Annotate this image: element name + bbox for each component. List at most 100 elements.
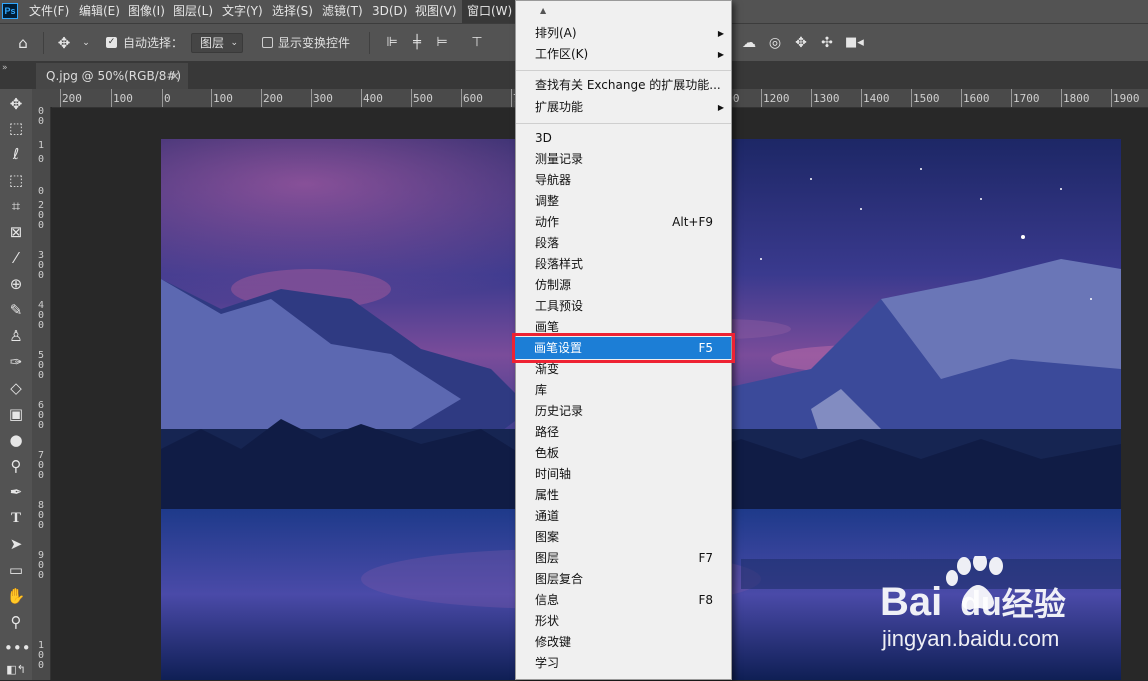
menu-item-paragraph[interactable]: 段落 [516, 233, 731, 254]
align-center-icon[interactable]: ╪ [408, 34, 426, 52]
menu-item-label: 历史记录 [535, 404, 584, 418]
menu-item-modifier-keys[interactable]: 修改键 [516, 632, 731, 653]
ruler-tick: 200 [261, 89, 283, 107]
type-tool-icon[interactable]: T [4, 507, 28, 529]
menu-item-properties[interactable]: 属性 [516, 485, 731, 506]
brush-tool-icon[interactable]: ✎ [4, 299, 28, 321]
menu-item-shortcut: Alt+F9 [672, 215, 713, 229]
hand-tool-icon[interactable]: ✋ [4, 585, 28, 607]
scroll-up-icon[interactable]: ▲ [540, 6, 546, 15]
menu-item-libraries[interactable]: 库 [516, 380, 731, 401]
menu-item-clone-source[interactable]: 仿制源 [516, 275, 731, 296]
swap-colors-icon[interactable]: ◧↰ [4, 659, 28, 681]
menu-item-label: 图案 [535, 530, 560, 544]
menu-item-paragraph-styles[interactable]: 段落样式 [516, 254, 731, 275]
menu-item-arrange[interactable]: 排列(A) ▶ [516, 23, 731, 44]
menu-item-tool-presets[interactable]: 工具预设 [516, 296, 731, 317]
menu-filter[interactable]: 滤镜(T) [322, 0, 363, 23]
menu-layer[interactable]: 图层(L) [173, 0, 213, 23]
menu-window[interactable]: 窗口(W) [462, 0, 518, 23]
menu-item-extensions[interactable]: 扩展功能 ▶ [516, 97, 731, 118]
vertical-ruler[interactable]: 0 0 1 0 0 2 0 0 3 0 0 4 0 0 5 0 0 6 0 0 … [32, 107, 51, 680]
marquee-tool-icon[interactable]: ⬚ [4, 117, 28, 139]
menu-item-gradients[interactable]: 渐变 [516, 359, 731, 380]
3d-roll-icon[interactable]: ◎ [766, 34, 784, 52]
menu-select[interactable]: 选择(S) [272, 0, 313, 23]
menu-item-adjustments[interactable]: 调整 [516, 191, 731, 212]
ruler-tick: 0 [37, 270, 45, 281]
menu-view[interactable]: 视图(V) [415, 0, 457, 23]
menu-item-paths[interactable]: 路径 [516, 422, 731, 443]
menu-item-label: 属性 [535, 488, 560, 502]
menu-item-actions[interactable]: 动作 Alt+F9 [516, 212, 731, 233]
menu-item-layer-comps[interactable]: 图层复合 [516, 569, 731, 590]
lasso-tool-icon[interactable]: ℓ [4, 143, 28, 165]
ruler-tick: 1800 [1061, 89, 1090, 107]
menu-item-find-exchange[interactable]: 查找有关 Exchange 的扩展功能... [516, 75, 731, 96]
zoom-tool-icon[interactable]: ⚲ [4, 611, 28, 633]
more-tools-icon[interactable]: ••• [4, 637, 31, 659]
menu-item-label: 色板 [535, 446, 560, 460]
window-menu-dropdown-lower: 渐变 库 历史记录 路径 色板 时间轴 属性 通道 图案 图层 F7 图层复合 … [515, 359, 732, 680]
gradient-tool-icon[interactable]: ▣ [4, 403, 28, 425]
3d-camera-icon[interactable]: ■◂ [845, 34, 864, 52]
menu-item-label: 路径 [535, 425, 560, 439]
ruler-tick: 0 [37, 220, 45, 231]
ruler-origin[interactable] [32, 89, 52, 107]
dodge-tool-icon[interactable]: ⚲ [4, 455, 28, 477]
layer-select-dropdown[interactable]: 图层 ⌄ [191, 33, 243, 53]
menu-item-history[interactable]: 历史记录 [516, 401, 731, 422]
move-tool-icon[interactable]: ✥ [4, 93, 28, 115]
menu-item-channels[interactable]: 通道 [516, 506, 731, 527]
rectangle-tool-icon[interactable]: ▭ [4, 559, 28, 581]
collapse-panel-icon[interactable]: » [2, 63, 8, 73]
menu-item-label: 图层 [535, 551, 560, 565]
submenu-arrow-icon: ▶ [717, 29, 724, 38]
menu-edit[interactable]: 编辑(E) [79, 0, 120, 23]
quick-select-tool-icon[interactable]: ⬚ [4, 169, 28, 191]
menu-item-swatches[interactable]: 色板 [516, 443, 731, 464]
menu-item-3d[interactable]: 3D [516, 128, 731, 149]
document-tab[interactable]: Q.jpg @ 50%(RGB/8#) × [36, 63, 188, 89]
close-icon[interactable]: × [170, 63, 180, 89]
align-left-icon[interactable]: ⊫ [383, 34, 401, 52]
menu-file[interactable]: 文件(F) [29, 0, 69, 23]
3d-pan-icon[interactable]: ✥ [792, 34, 810, 52]
chevron-down-icon[interactable]: ⌄ [77, 34, 95, 52]
pen-tool-icon[interactable]: ✒ [4, 481, 28, 503]
align-right-icon[interactable]: ⊨ [433, 34, 451, 52]
crop-tool-icon[interactable]: ⌗ [4, 195, 28, 217]
align-top-icon[interactable]: ⊤ [468, 34, 486, 52]
show-transform-checkbox[interactable] [262, 37, 273, 48]
healing-brush-tool-icon[interactable]: ⊕ [4, 273, 28, 295]
menu-item-label: 导航器 [535, 173, 572, 187]
home-icon[interactable]: ⌂ [14, 34, 32, 52]
menu-item-brush-settings[interactable]: 画笔设置 F5 [515, 337, 731, 359]
ruler-tick: 1700 [1011, 89, 1040, 107]
menu-item-label: 扩展功能 [535, 100, 584, 114]
eyedropper-tool-icon[interactable]: ⁄ [4, 247, 28, 269]
menu-image[interactable]: 图像(I) [128, 0, 165, 23]
menu-item-navigator[interactable]: 导航器 [516, 170, 731, 191]
auto-select-checkbox[interactable]: ✓ [106, 37, 117, 48]
move-tool-icon[interactable]: ✥ [55, 34, 73, 52]
menu-item-shapes[interactable]: 形状 [516, 611, 731, 632]
menu-item-patterns[interactable]: 图案 [516, 527, 731, 548]
history-brush-tool-icon[interactable]: ✑ [4, 351, 28, 373]
menu-3d[interactable]: 3D(D) [372, 0, 407, 23]
blur-tool-icon[interactable]: ● [4, 429, 28, 451]
3d-orbit-icon[interactable]: ☁ [740, 34, 758, 52]
frame-tool-icon[interactable]: ⊠ [4, 221, 28, 243]
menu-item-info[interactable]: 信息 F8 [516, 590, 731, 611]
eraser-tool-icon[interactable]: ◇ [4, 377, 28, 399]
3d-slide-icon[interactable]: ✣ [818, 34, 836, 52]
menu-item-layers[interactable]: 图层 F7 [516, 548, 731, 569]
menu-item-workspace[interactable]: 工作区(K) ▶ [516, 44, 731, 65]
menu-item-measurement-log[interactable]: 测量记录 [516, 149, 731, 170]
menu-type[interactable]: 文字(Y) [222, 0, 263, 23]
clone-stamp-tool-icon[interactable]: ♙ [4, 325, 28, 347]
menu-item-learn[interactable]: 学习 [516, 653, 731, 674]
path-selection-tool-icon[interactable]: ➤ [4, 533, 28, 555]
menu-item-timeline[interactable]: 时间轴 [516, 464, 731, 485]
ruler-tick: 100 [111, 89, 133, 107]
